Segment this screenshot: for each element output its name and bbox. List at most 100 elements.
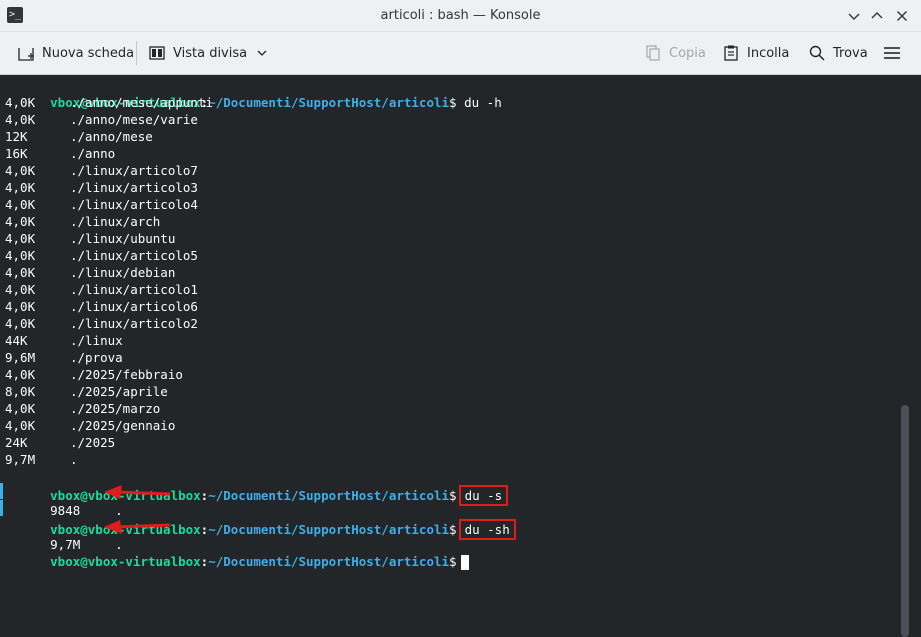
prompt-symbol: $ — [449, 522, 457, 537]
prompt-symbol: $ — [449, 95, 457, 110]
paste-button[interactable]: Incolla — [722, 32, 789, 74]
terminal-output: vbox@vbox-virtualbox:~/Documenti/Support… — [5, 77, 516, 570]
output-line: 4,0K ./linux/articolo7 — [5, 162, 516, 179]
toolbar-separator — [136, 41, 137, 65]
chevron-down-icon — [848, 13, 860, 20]
output-size: 12K — [5, 129, 28, 144]
output-path: ./linux/articolo2 — [70, 316, 198, 331]
output-path: ./linux/articolo5 — [70, 248, 198, 263]
new-tab-button[interactable]: Nuova scheda — [17, 32, 134, 74]
output-line: 4,0K ./2025/gennaio — [5, 417, 516, 434]
menu-button[interactable] — [883, 32, 908, 74]
output-line: 9,6M ./prova — [5, 349, 516, 366]
output-line: 4,0K ./linux/articolo4 — [5, 196, 516, 213]
output-size: 4,0K — [5, 265, 36, 280]
output-path: ./linux/ubuntu — [70, 231, 176, 246]
output-size: 4,0K — [5, 95, 36, 110]
output-size: 4,0K — [5, 231, 36, 246]
output-line: 4,0K ./linux/articolo2 — [5, 315, 516, 332]
prompt-symbol: $ — [449, 554, 457, 569]
du-h-output: 4,0K ./anno/mese/appunti 4,0K ./anno/mese/v… — [5, 94, 516, 468]
output-path: ./anno — [70, 146, 116, 161]
output-path: ./anno/mese/varie — [70, 112, 198, 127]
output-size: 4,0K — [5, 197, 36, 212]
toolbar: Nuova scheda Vista divisa Copia Incolla — [0, 32, 921, 75]
output-line: 4,0K ./2025/marzo — [5, 400, 516, 417]
output-line: 12K ./anno/mese — [5, 128, 516, 145]
output-line: 9,7M. — [5, 451, 516, 468]
output-size: 4,0K — [5, 180, 36, 195]
output-line: 24K ./2025 — [5, 434, 516, 451]
output-size: 16K — [5, 146, 28, 161]
hamburger-menu-icon — [884, 47, 900, 59]
copy-button[interactable]: Copia — [644, 32, 706, 74]
copy-icon — [646, 45, 660, 61]
highlighted-command: du -s — [458, 485, 509, 506]
prompt-path: ~/Documenti/SupportHost/articoli — [208, 554, 450, 569]
output-path: . — [115, 503, 123, 518]
output-path: ./anno/mese — [70, 129, 153, 144]
output-path: ./linux/articolo1 — [70, 282, 198, 297]
new-tab-label: Nuova scheda — [42, 45, 135, 61]
output-path: ./2025/aprile — [70, 384, 168, 399]
output-path: ./2025 — [70, 435, 116, 450]
prompt-symbol: $ — [449, 488, 457, 503]
split-view-icon — [149, 46, 165, 60]
chevron-down-icon — [257, 50, 267, 56]
chevron-up-icon — [871, 12, 883, 19]
new-tab-icon — [18, 48, 34, 61]
maximize-button[interactable] — [868, 7, 886, 25]
prompt-path: ~/Documenti/SupportHost/articoli — [208, 95, 450, 110]
title-bar[interactable]: >_ articoli : bash — Konsole — [0, 0, 921, 32]
output-path: ./linux/articolo6 — [70, 299, 198, 314]
output-line: 4,0K ./linux/articolo3 — [5, 179, 516, 196]
output-size: 4,0K — [5, 248, 36, 263]
output-line: 4,0K ./linux/articolo6 — [5, 298, 516, 315]
output-path: ./2025/gennaio — [70, 418, 176, 433]
close-icon — [897, 11, 907, 21]
output-size: 8,0K — [5, 384, 36, 399]
terminal-area[interactable]: vbox@vbox-virtualbox:~/Documenti/Support… — [0, 75, 921, 637]
output-line: 4,0K ./linux/articolo5 — [5, 247, 516, 264]
output-path: ./2025/febbraio — [70, 367, 183, 382]
output-line: 4,0K ./linux/arch — [5, 213, 516, 230]
output-path: . — [70, 452, 78, 467]
output-path: ./linux/debian — [70, 265, 176, 280]
output-size: 9,6M — [5, 350, 36, 365]
output-path: ./prova — [70, 350, 123, 365]
output-path: ./anno/mese/appunti — [70, 95, 213, 110]
output-size: 4,0K — [5, 316, 36, 331]
output-line: 4,0K ./anno/mese/varie — [5, 111, 516, 128]
command-text: du -h — [464, 95, 502, 110]
output-path: ./2025/marzo — [70, 401, 161, 416]
output-path: . — [115, 537, 123, 552]
prompt-line: vbox@vbox-virtualbox:~/Documenti/Support… — [5, 77, 516, 110]
split-view-button[interactable]: Vista divisa — [148, 32, 268, 74]
output-size: 4,0K — [5, 112, 36, 127]
red-arrow-annotation — [104, 485, 171, 499]
minimize-button[interactable] — [845, 7, 863, 25]
copy-label: Copia — [669, 45, 706, 61]
find-button[interactable]: Trova — [808, 32, 868, 74]
output-line: 4,0K ./linux/debian — [5, 264, 516, 281]
line-marker — [0, 500, 3, 516]
output-size: 9,7M — [50, 537, 81, 552]
find-label: Trova — [833, 45, 868, 61]
output-size: 44K — [5, 333, 28, 348]
output-path: ./linux — [70, 333, 123, 348]
output-line: 44K ./linux — [5, 332, 516, 349]
output-line: 4,0K ./linux/articolo1 — [5, 281, 516, 298]
output-size: 4,0K — [5, 214, 36, 229]
scrollbar-thumb[interactable] — [901, 405, 909, 637]
prompt-path: ~/Documenti/SupportHost/articoli — [208, 488, 450, 503]
output-line: 4,0K ./2025/febbraio — [5, 366, 516, 383]
red-arrow-annotation — [104, 520, 171, 534]
output-line: 16K ./anno — [5, 145, 516, 162]
prompt-line: vbox@vbox-virtualbox:~/Documenti/Support… — [5, 468, 516, 506]
output-path: ./linux/articolo3 — [70, 180, 198, 195]
close-button[interactable] — [893, 7, 911, 25]
paste-label: Incolla — [747, 45, 790, 61]
output-size: 24K — [5, 435, 28, 450]
line-marker — [0, 483, 3, 499]
output-size: 4,0K — [5, 401, 36, 416]
